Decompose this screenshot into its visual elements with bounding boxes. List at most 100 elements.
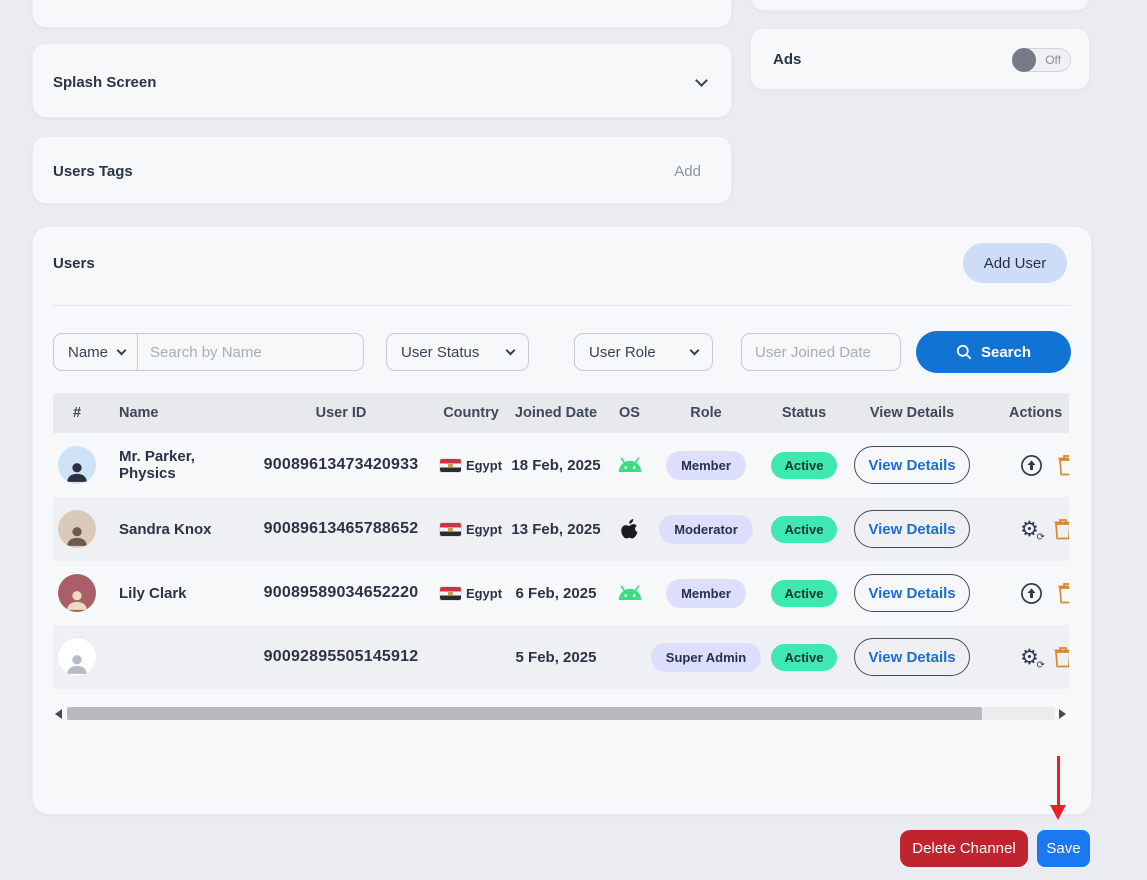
scroll-right-arrow-icon[interactable] [1059, 709, 1066, 719]
search-button[interactable]: Search [916, 331, 1071, 373]
chevron-down-icon [690, 346, 700, 356]
horizontal-scrollbar [53, 707, 1069, 721]
ads-toggle[interactable]: Off [1012, 48, 1071, 72]
add-user-button[interactable]: Add User [963, 243, 1067, 283]
ads-panel: Ads Off [750, 28, 1090, 90]
splash-screen-panel[interactable]: Splash Screen [32, 43, 732, 118]
col-country: Country [431, 393, 511, 433]
ads-title: Ads [773, 51, 801, 68]
delete-user-icon[interactable] [1057, 454, 1069, 476]
chevron-down-icon[interactable] [695, 74, 708, 87]
top-partial-card [32, 0, 732, 28]
users-tags-panel: Users Tags Add [32, 136, 732, 204]
egypt-flag-icon [440, 459, 461, 472]
delete-user-icon[interactable] [1057, 582, 1069, 604]
col-status: Status [754, 393, 854, 433]
status-badge: Active [771, 644, 836, 671]
joined-date: 18 Feb, 2025 [511, 433, 601, 497]
role-badge: Member [666, 451, 746, 480]
toggle-state-label: Off [1045, 53, 1061, 67]
status-badge: Active [771, 452, 836, 479]
col-os: OS [601, 393, 658, 433]
promote-user-icon[interactable] [1020, 454, 1043, 477]
col-name: Name [101, 393, 251, 433]
user-name: Sandra Knox [101, 497, 251, 561]
country-label: Egypt [466, 522, 502, 537]
user-name: Mr. Parker, Physics [101, 433, 251, 497]
joined-date: 5 Feb, 2025 [511, 625, 601, 689]
user-id: 90089613473420933 [251, 433, 431, 497]
col-view-details: View Details [854, 393, 970, 433]
user-name [101, 625, 251, 689]
col-index: # [53, 393, 101, 433]
android-icon [617, 457, 643, 473]
table-header-row: # Name User ID Country Joined Date OS Ro… [53, 393, 1069, 433]
avatar-placeholder [58, 638, 96, 676]
user-id: 90089589034652220 [251, 561, 431, 625]
joined-date: 13 Feb, 2025 [511, 497, 601, 561]
col-user-id: User ID [251, 393, 431, 433]
view-details-button[interactable]: View Details [854, 638, 970, 676]
user-status-select[interactable]: User Status [386, 333, 529, 371]
col-actions: Actions [970, 393, 1069, 433]
android-icon [617, 585, 643, 601]
manage-user-gear-icon[interactable]: ⚙⟳ [1020, 519, 1039, 540]
egypt-flag-icon [440, 523, 461, 536]
top-right-partial-card [750, 0, 1090, 11]
joined-date: 6 Feb, 2025 [511, 561, 601, 625]
user-id: 90089613465788652 [251, 497, 431, 561]
search-field-selector-label: Name [68, 344, 108, 361]
delete-user-icon[interactable] [1053, 518, 1069, 540]
table-row: 90092895505145912 5 Feb, 2025 Super Admi… [53, 625, 1069, 689]
avatar [58, 574, 96, 612]
role-badge: Moderator [659, 515, 753, 544]
user-role-select[interactable]: User Role [574, 333, 713, 371]
user-role-select-label: User Role [589, 344, 656, 361]
egypt-flag-icon [440, 587, 461, 600]
users-tags-title: Users Tags [53, 163, 133, 180]
view-details-button[interactable]: View Details [854, 510, 970, 548]
scrollbar-track[interactable] [67, 707, 1055, 720]
view-details-button[interactable]: View Details [854, 574, 970, 612]
users-panel: Users Add User Name User Status User Rol… [32, 226, 1092, 815]
save-button[interactable]: Save [1037, 830, 1090, 867]
scrollbar-thumb[interactable] [67, 707, 982, 720]
magnifier-icon [956, 344, 972, 360]
user-joined-date-field [741, 333, 901, 371]
col-joined-date: Joined Date [511, 393, 601, 433]
table-row: Mr. Parker, Physics 90089613473420933 Eg… [53, 433, 1069, 497]
users-table: # Name User ID Country Joined Date OS Ro… [53, 393, 1069, 689]
user-name: Lily Clark [101, 561, 251, 625]
user-id: 90092895505145912 [251, 625, 431, 689]
user-filters: Name User Status User Role Search [33, 333, 1091, 375]
user-joined-date-input[interactable] [742, 344, 900, 361]
scroll-left-arrow-icon[interactable] [55, 709, 62, 719]
manage-user-gear-icon[interactable]: ⚙⟳ [1020, 647, 1039, 668]
table-row: Sandra Knox 90089613465788652 Egypt 13 F… [53, 497, 1069, 561]
avatar [58, 510, 96, 548]
user-status-select-label: User Status [401, 344, 479, 361]
role-badge: Member [666, 579, 746, 608]
promote-user-icon[interactable] [1020, 582, 1043, 605]
avatar [58, 446, 96, 484]
status-badge: Active [771, 580, 836, 607]
search-by-name-input[interactable] [138, 344, 363, 361]
chevron-down-icon [506, 346, 516, 356]
role-badge: Super Admin [651, 643, 761, 672]
view-details-button[interactable]: View Details [854, 446, 970, 484]
col-role: Role [658, 393, 754, 433]
toggle-knob[interactable] [1012, 48, 1036, 72]
users-panel-title: Users [53, 255, 95, 272]
search-button-label: Search [981, 344, 1031, 361]
search-field-selector[interactable]: Name [54, 334, 138, 370]
country-label: Egypt [466, 586, 502, 601]
apple-icon [621, 519, 639, 540]
divider [53, 305, 1071, 306]
country-label: Egypt [466, 458, 502, 473]
delete-user-icon[interactable] [1053, 646, 1069, 668]
table-row: Lily Clark 90089589034652220 Egypt 6 Feb… [53, 561, 1069, 625]
users-tags-add-button[interactable]: Add [674, 163, 701, 180]
delete-channel-button[interactable]: Delete Channel [900, 830, 1028, 867]
status-badge: Active [771, 516, 836, 543]
splash-screen-title: Splash Screen [53, 74, 156, 91]
